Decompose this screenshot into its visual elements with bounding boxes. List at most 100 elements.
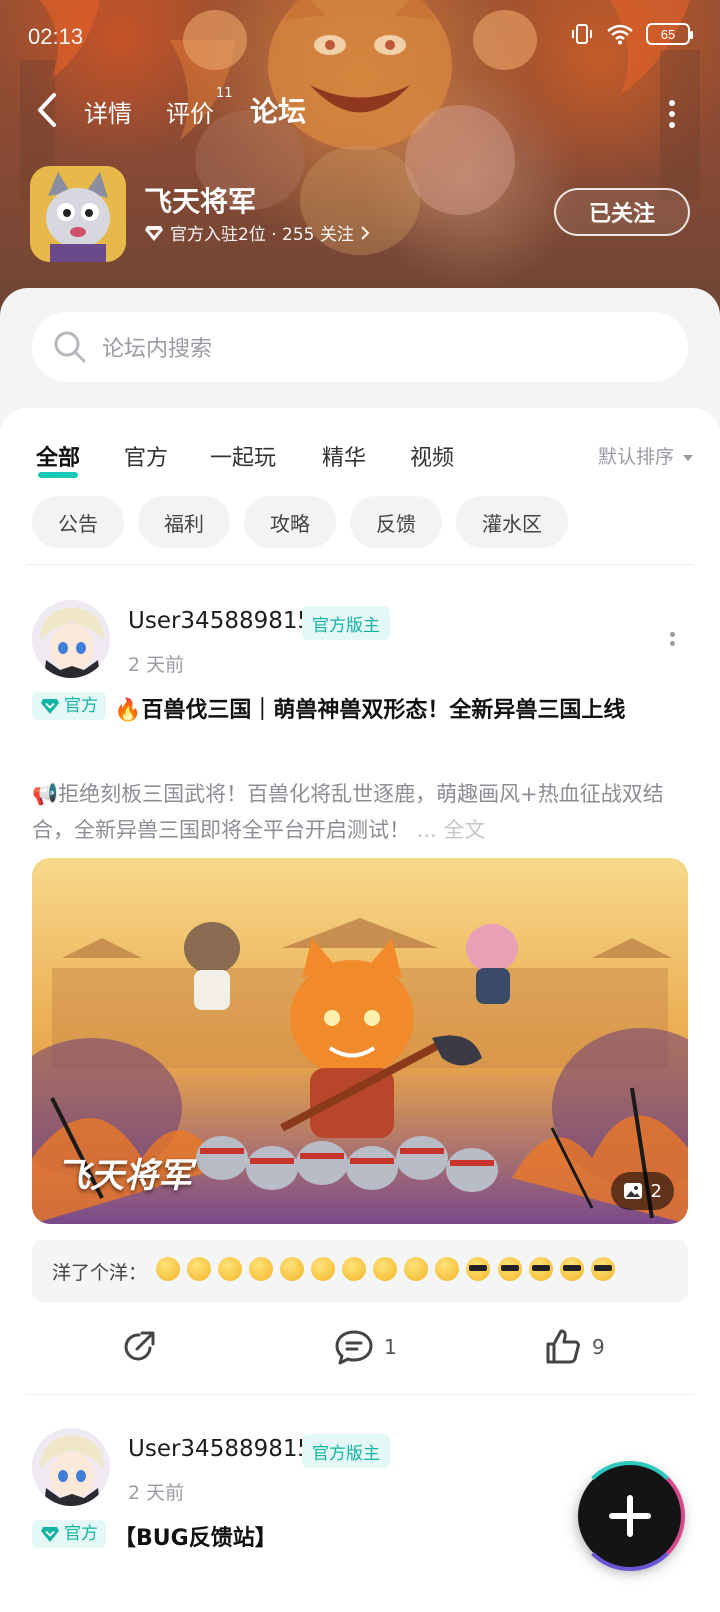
emoji-reactions — [155, 1256, 615, 1286]
game-info-row: 飞天将军 官方入驻2位 · 255 关注 已关注 — [30, 166, 690, 266]
chip-guides[interactable]: 攻略 — [244, 496, 336, 548]
post-title: 🔥百兽伐三国｜萌兽神兽双形态！全新异兽三国上线 — [114, 698, 626, 723]
chevron-right-icon — [361, 225, 370, 240]
create-post-button[interactable] — [575, 1461, 685, 1571]
official-tag-label: 官方 — [64, 1523, 98, 1544]
post-excerpt[interactable]: 📢拒绝刻板三国武将！百兽化将乱世逐鹿，萌趣画风+热血征战双结合，全新异兽三国即将… — [32, 776, 688, 848]
more-options-icon[interactable] — [668, 100, 676, 128]
official-tag-label: 官方 — [64, 695, 98, 716]
comment-count: 1 — [384, 1335, 397, 1359]
smirk-emoji-icon — [342, 1256, 367, 1281]
battery-indicator: 65 — [646, 23, 693, 45]
user-avatar-art — [32, 600, 110, 678]
post-more-icon[interactable] — [668, 632, 676, 652]
tab-all[interactable]: 全部 — [36, 440, 80, 478]
sunglasses-emoji-icon — [528, 1256, 553, 1281]
category-tabs: 全部 官方 一起玩 精华 视频 默认排序 — [0, 424, 720, 484]
status-time: 02:13 — [28, 24, 84, 49]
sort-dropdown[interactable]: 默认排序 — [598, 442, 694, 469]
like-button[interactable]: 9 — [544, 1328, 605, 1366]
post-title-row[interactable]: 官方 🔥百兽伐三国｜萌兽神兽双形态！全新异兽三国上线 — [32, 692, 688, 728]
status-icons: 65 — [570, 22, 693, 46]
reaction-user: 洋了个洋： — [52, 1261, 148, 1284]
post-title: 【BUG反馈站】 — [114, 1526, 277, 1551]
surprised-emoji-icon — [218, 1256, 243, 1281]
forum-content: 全部 官方 一起玩 精华 视频 默认排序 公告 福利 攻略 反馈 灌水区 Use… — [0, 408, 720, 1612]
game-app-icon[interactable] — [30, 166, 126, 262]
post-excerpt-text: 📢拒绝刻板三国武将！百兽化将乱世逐鹿，萌趣画风+热血征战双结合，全新异兽三国即将… — [32, 782, 664, 842]
thumbs-up-icon — [546, 1329, 580, 1364]
sunglasses-emoji-icon — [497, 1256, 522, 1281]
wifi-icon — [607, 24, 633, 45]
tab-videos[interactable]: 视频 — [410, 440, 454, 472]
moderator-badge: 官方版主 — [302, 606, 390, 640]
caret-down-icon — [683, 455, 693, 461]
smirk-emoji-icon — [404, 1256, 429, 1281]
sunglasses-emoji-icon — [590, 1256, 615, 1281]
search-icon — [54, 331, 86, 363]
game-title: 飞天将军 — [144, 185, 257, 218]
share-button[interactable] — [120, 1328, 158, 1366]
username[interactable]: User345889815 — [128, 608, 312, 634]
share-icon — [124, 1331, 155, 1361]
username[interactable]: User345889815 — [128, 1436, 312, 1462]
divider — [26, 1394, 694, 1395]
image-logo-text: 飞天将军 — [56, 1156, 192, 1196]
surprised-emoji-icon — [187, 1256, 212, 1281]
smirk-emoji-icon — [249, 1256, 274, 1281]
tab-featured[interactable]: 精华 — [322, 440, 366, 472]
comment-button[interactable]: 1 — [334, 1328, 397, 1366]
smirk-emoji-icon — [311, 1256, 336, 1281]
tab-official[interactable]: 官方 — [124, 440, 168, 472]
user-avatar-art — [32, 1428, 110, 1506]
comment-icon — [335, 1330, 373, 1365]
search-input[interactable]: 论坛内搜索 — [32, 312, 688, 382]
reaction-summary[interactable]: 洋了个洋： — [32, 1240, 688, 1302]
game-meta-text: 官方入驻2位 · 255 关注 — [170, 225, 354, 245]
vibrate-icon — [572, 24, 592, 44]
tab-details[interactable]: 详情 — [84, 94, 132, 129]
sunglasses-emoji-icon — [466, 1256, 491, 1281]
back-chevron-icon[interactable] — [34, 90, 64, 130]
image-count: 2 — [650, 1180, 662, 1202]
chip-welfare[interactable]: 福利 — [138, 496, 230, 548]
diamond-icon — [41, 699, 59, 714]
post-image[interactable]: 飞天将军 2 — [32, 858, 688, 1224]
tab-play-together[interactable]: 一起玩 — [210, 440, 276, 472]
chip-announcement[interactable]: 公告 — [32, 496, 124, 548]
image-count-badge: 2 — [610, 1172, 674, 1210]
chip-feedback[interactable]: 反馈 — [350, 496, 442, 548]
tag-chips: 公告 福利 攻略 反馈 灌水区 — [32, 496, 568, 548]
tab-reviews[interactable]: 评价 — [166, 94, 214, 129]
post-card[interactable]: User345889815 官方版主 2 天前 官方 🔥百兽伐三国｜萌兽神兽双形… — [0, 588, 720, 1398]
read-more-link[interactable]: ... 全文 — [410, 818, 486, 842]
game-meta-row[interactable]: 官方入驻2位 · 255 关注 — [144, 220, 370, 245]
smirk-emoji-icon — [280, 1256, 305, 1281]
smirk-emoji-icon — [435, 1256, 460, 1281]
tab-forum[interactable]: 论坛 — [247, 90, 309, 130]
top-navigation: 详情 评价 11 论坛 — [0, 78, 720, 148]
search-area: 论坛内搜索 — [0, 288, 720, 428]
official-tag: 官方 — [32, 1520, 106, 1548]
surprised-emoji-icon — [156, 1256, 181, 1281]
smirk-emoji-icon — [373, 1256, 398, 1281]
user-avatar[interactable] — [32, 600, 110, 678]
diamond-icon — [145, 225, 163, 241]
post-time: 2 天前 — [128, 654, 185, 676]
plus-icon — [609, 1495, 651, 1537]
image-icon — [623, 1183, 642, 1199]
sort-label: 默认排序 — [597, 446, 674, 468]
status-bar: 02:13 65 — [0, 18, 720, 54]
search-placeholder: 论坛内搜索 — [102, 337, 213, 362]
chip-chat[interactable]: 灌水区 — [456, 496, 568, 548]
divider — [26, 564, 694, 565]
official-tag: 官方 — [32, 692, 106, 720]
like-count: 9 — [592, 1335, 605, 1359]
sunglasses-emoji-icon — [559, 1256, 584, 1281]
user-avatar[interactable] — [32, 1428, 110, 1506]
follow-button[interactable]: 已关注 — [554, 188, 690, 236]
post-time: 2 天前 — [128, 1482, 185, 1504]
game-app-icon-art — [30, 166, 126, 262]
reviews-count-badge: 11 — [216, 86, 233, 101]
diamond-icon — [41, 1527, 59, 1542]
